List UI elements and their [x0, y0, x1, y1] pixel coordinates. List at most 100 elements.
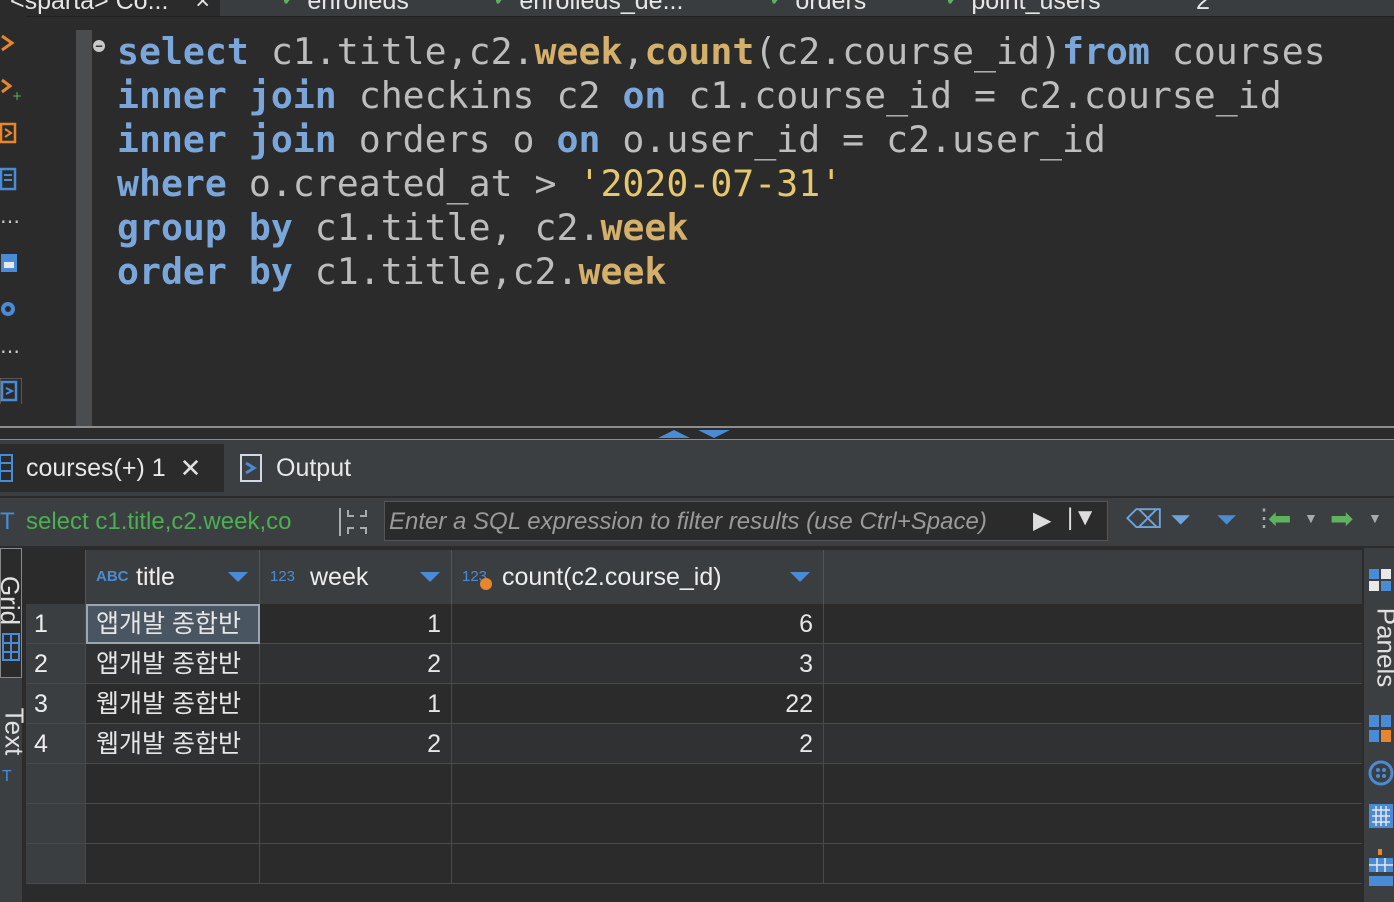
code-line[interactable]: where o.created_at > '2020-07-31'	[117, 162, 1326, 206]
table-row[interactable]	[26, 764, 1362, 804]
row-number-cell[interactable]: 4	[26, 724, 86, 764]
editor-tab-overflow-count[interactable]: 2	[1196, 0, 1210, 16]
row-number-cell[interactable]	[26, 764, 86, 804]
sort-filter-icon[interactable]	[228, 572, 248, 582]
row-number-header[interactable]	[26, 550, 86, 604]
week-cell[interactable]: 2	[260, 724, 452, 764]
editor-tab-point-users[interactable]: ✔ point_users	[946, 0, 1101, 16]
empty-cell[interactable]	[824, 604, 1362, 644]
row-number-cell[interactable]	[26, 844, 86, 884]
count-cell[interactable]: 3	[452, 644, 824, 684]
panels-label[interactable]: Panels	[1370, 608, 1394, 688]
expand-query-icon[interactable]	[338, 506, 376, 538]
empty-cell[interactable]	[824, 844, 1362, 884]
editor-tab-orders[interactable]: ✔ orders	[770, 0, 866, 16]
count-cell[interactable]: 6	[452, 604, 824, 644]
count-cell[interactable]: 22	[452, 684, 824, 724]
title-cell[interactable]: 웹개발 종합반	[86, 684, 260, 724]
table-row[interactable]: 1 앱개발 종합반 1 6	[26, 604, 1362, 644]
title-cell[interactable]	[86, 764, 260, 804]
count-cell[interactable]	[452, 804, 824, 844]
chevron-down-icon[interactable]: ▼	[1368, 510, 1382, 526]
fold-collapse-icon[interactable]: −	[93, 40, 105, 52]
back-arrow-icon[interactable]: ⬅	[1268, 502, 1291, 535]
week-cell[interactable]: 2	[260, 644, 452, 684]
count-cell[interactable]: 2	[452, 724, 824, 764]
count-cell[interactable]	[452, 764, 824, 804]
chevron-down-icon[interactable]: ▼	[1304, 510, 1318, 526]
keyboard-icon[interactable]	[1368, 802, 1394, 832]
editor-results-splitter[interactable]	[0, 426, 1394, 440]
title-cell[interactable]	[86, 804, 260, 844]
empty-cell[interactable]	[824, 724, 1362, 764]
code-line[interactable]: inner join orders o on o.user_id = c2.us…	[117, 118, 1326, 162]
maximize-down-icon[interactable]	[698, 430, 730, 438]
execute-new-tab-icon[interactable]: +	[0, 76, 22, 102]
panels-icon[interactable]	[1368, 568, 1392, 596]
settings-gear-icon[interactable]	[0, 296, 22, 322]
week-cell[interactable]	[260, 844, 452, 884]
filter-history-dropdown-icon[interactable]: |▼	[1067, 504, 1097, 532]
more-icon[interactable]: ⋯	[0, 212, 22, 238]
code-line[interactable]: group by c1.title, c2.week	[117, 206, 1326, 250]
sort-filter-icon[interactable]	[790, 572, 810, 582]
table-row[interactable]	[26, 804, 1362, 844]
editor-tab-sparta-console[interactable]: <sparta> Co... ×	[0, 0, 220, 16]
title-cell[interactable]	[86, 844, 260, 884]
forward-arrow-icon[interactable]: ➡	[1330, 502, 1353, 535]
week-cell[interactable]: 1	[260, 684, 452, 724]
row-number-cell[interactable]: 3	[26, 684, 86, 724]
filter-icon[interactable]: ⏷	[1216, 504, 1237, 536]
code-line[interactable]: order by c1.title,c2.week	[117, 250, 1326, 294]
sort-filter-icon[interactable]	[420, 572, 440, 582]
row-number-cell[interactable]: 2	[26, 644, 86, 684]
empty-cell[interactable]	[824, 804, 1362, 844]
eraser-icon[interactable]: ⌫	[1126, 504, 1163, 535]
show-output-icon[interactable]	[0, 378, 22, 404]
more-icon[interactable]: ⋯	[0, 342, 22, 368]
column-header-count[interactable]: 123 count(c2.course_id)	[452, 550, 824, 604]
count-cell[interactable]	[452, 844, 824, 884]
load-script-icon[interactable]	[0, 250, 22, 276]
text-icon: T	[2, 768, 12, 785]
tab-grid[interactable]: Grid	[0, 548, 25, 678]
title-cell[interactable]: 앱개발 종합반	[86, 604, 260, 644]
explain-plan-icon[interactable]	[0, 166, 22, 192]
empty-cell[interactable]	[824, 764, 1362, 804]
tab-results-courses[interactable]: courses(+) 1 ✕	[0, 444, 224, 492]
week-cell[interactable]: 1	[260, 604, 452, 644]
table-row[interactable]: 4 웹개발 종합반 2 2	[26, 724, 1362, 764]
tab-text[interactable]: Text T	[0, 698, 29, 798]
maximize-up-icon[interactable]	[658, 430, 690, 438]
week-cell[interactable]	[260, 804, 452, 844]
tab-output[interactable]: Output	[240, 444, 351, 492]
editor-tab-enrolleds[interactable]: ✔ enrolleds	[282, 0, 409, 16]
row-number-cell[interactable]	[26, 804, 86, 844]
calculator-icon[interactable]	[1368, 714, 1392, 744]
empty-cell[interactable]	[824, 644, 1362, 684]
sql-editor[interactable]: select c1.title,c2.week,count(c2.course_…	[117, 30, 1326, 294]
query-preview[interactable]: select c1.title,c2.week,co	[26, 508, 330, 536]
table-row[interactable]: 3 웹개발 종합반 1 22	[26, 684, 1362, 724]
row-number-cell[interactable]: 1	[26, 604, 86, 644]
filter-input[interactable]: Enter a SQL expression to filter results…	[384, 501, 1108, 541]
execute-script-icon[interactable]	[0, 120, 22, 146]
filter-save-icon[interactable]: ⏷	[1170, 504, 1191, 536]
table-row[interactable]	[26, 844, 1362, 884]
close-icon[interactable]: ×	[195, 0, 210, 15]
editor-tab-enrolleds-detail[interactable]: ✔ enrolleds_de...	[494, 0, 683, 16]
week-cell[interactable]	[260, 764, 452, 804]
code-line[interactable]: select c1.title,c2.week,count(c2.course_…	[117, 30, 1326, 74]
title-cell[interactable]: 웹개발 종합반	[86, 724, 260, 764]
table-row[interactable]: 2 앱개발 종합반 2 3	[26, 644, 1362, 684]
column-header-title[interactable]: ABC title	[86, 550, 260, 604]
code-line[interactable]: inner join checkins c2 on c1.course_id =…	[117, 74, 1326, 118]
empty-cell[interactable]	[824, 684, 1362, 724]
grouping-icon[interactable]	[1368, 848, 1394, 888]
close-icon[interactable]: ✕	[180, 453, 202, 484]
column-header-week[interactable]: 123 week	[260, 550, 452, 604]
execute-icon[interactable]	[0, 30, 22, 56]
play-icon[interactable]: ▶	[1033, 506, 1051, 535]
value-viewer-icon[interactable]	[1368, 758, 1394, 788]
title-cell[interactable]: 앱개발 종합반	[86, 644, 260, 684]
